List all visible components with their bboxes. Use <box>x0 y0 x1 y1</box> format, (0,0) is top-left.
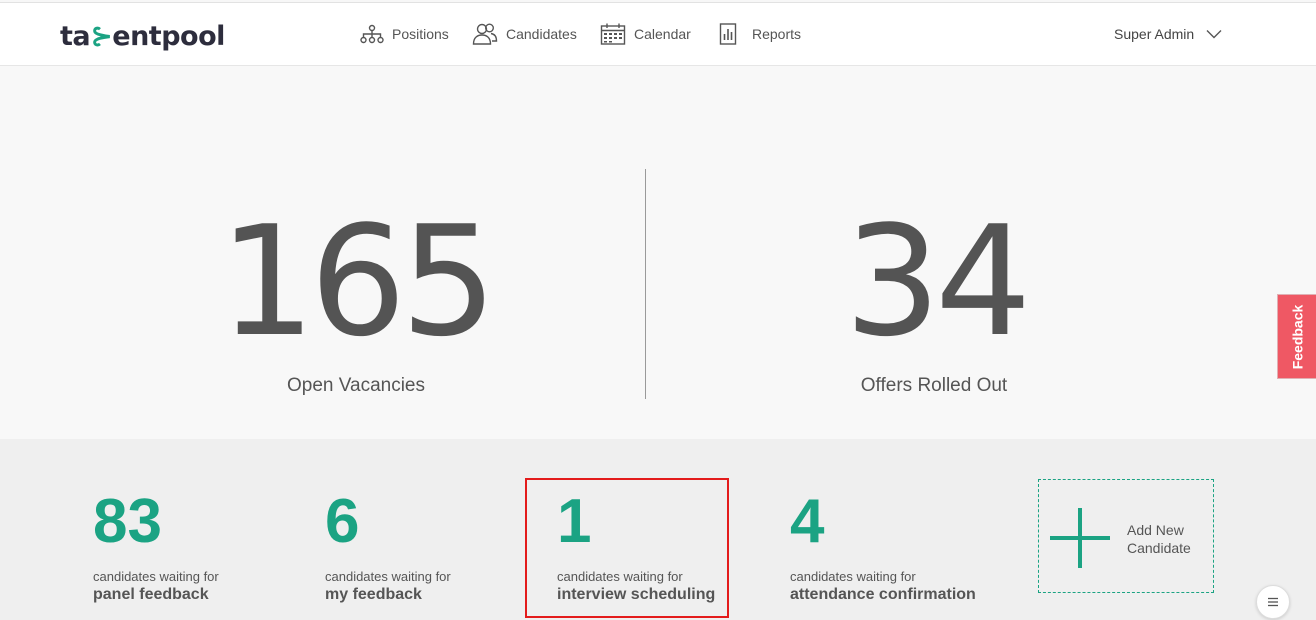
nav-reports[interactable]: Reports <box>718 3 801 65</box>
chevron-down-icon <box>1206 30 1222 39</box>
nav-candidates-label: Candidates <box>506 26 577 42</box>
stat-value: 6 <box>325 487 360 556</box>
stat-caption: candidates waiting for <box>93 569 219 584</box>
nav-calendar-label: Calendar <box>634 26 691 42</box>
stat-caption: candidates waiting for <box>325 569 451 584</box>
hero-summary: 165 Open Vacancies 34 Offers Rolled Out <box>0 66 1316 439</box>
report-icon <box>719 23 737 45</box>
add-new-candidate-label: Add New Candidate <box>1127 522 1191 556</box>
nav-positions[interactable]: Positions <box>360 3 449 65</box>
calendar-icon <box>600 23 626 45</box>
stat-title: panel feedback <box>93 586 209 603</box>
stat-caption: candidates waiting for <box>790 569 916 584</box>
stat-value: 4 <box>790 487 825 556</box>
nav-candidates[interactable]: Candidates <box>472 3 577 65</box>
open-vacancies-count: 165 <box>218 193 497 370</box>
highlight-box <box>525 478 729 618</box>
nav-positions-label: Positions <box>392 26 449 42</box>
people-icon <box>472 23 498 45</box>
feedback-label: Feedback <box>1289 304 1305 369</box>
hierarchy-icon <box>360 24 384 44</box>
open-vacancies-label: Open Vacancies <box>286 375 425 396</box>
hero-divider <box>645 169 646 399</box>
plus-icon <box>1050 508 1110 568</box>
menu-icon <box>1268 597 1278 607</box>
user-name: Super Admin <box>1114 26 1195 42</box>
stat-title: attendance confirmation <box>790 586 976 603</box>
nav-calendar[interactable]: Calendar <box>600 3 691 65</box>
nav-reports-label: Reports <box>752 26 802 42</box>
top-navbar: ta⊱entpool Positions Candidates Calendar… <box>0 2 1316 66</box>
stat-title: my feedback <box>325 586 422 603</box>
offers-rolled-out-count: 34 <box>844 193 1031 370</box>
talentpool-logo[interactable]: ta⊱entpool <box>60 21 225 52</box>
user-menu[interactable]: Super Admin <box>1114 3 1222 65</box>
offers-rolled-out-label: Offers Rolled Out <box>860 375 1008 396</box>
stat-value: 83 <box>93 487 162 556</box>
feedback-tab[interactable]: Feedback <box>1277 294 1316 379</box>
add-new-candidate-button[interactable]: Add New Candidate <box>1038 479 1214 593</box>
menu-button[interactable] <box>1256 585 1290 619</box>
